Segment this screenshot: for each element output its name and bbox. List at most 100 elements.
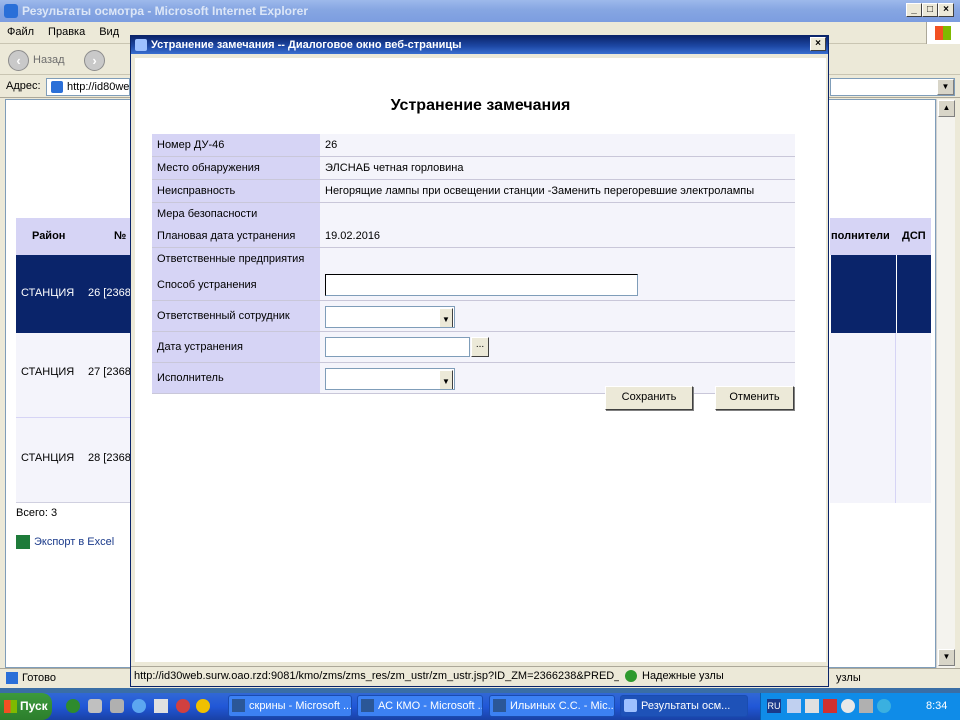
tray-device-icon[interactable] (859, 699, 873, 713)
tray-app-icon[interactable] (805, 699, 819, 713)
dialog-title: Устранение замечания -- Диалоговое окно … (151, 39, 462, 51)
quicklaunch-app-icon[interactable] (176, 699, 190, 713)
header-number: № (114, 230, 127, 242)
task-ilinykh[interactable]: Ильиных С.С. - Mic... (489, 695, 615, 717)
row-district: СТАНЦИЯ (21, 366, 75, 378)
page-scrollbar[interactable]: ▲ ▼ (936, 99, 955, 668)
chevron-down-icon[interactable]: ▼ (439, 308, 453, 327)
dialog-close-button[interactable]: × (810, 37, 826, 51)
row-district: СТАНЦИЯ (21, 452, 75, 464)
row-number: 26 [2368 (88, 287, 131, 299)
field-value-safety (325, 203, 790, 225)
quicklaunch-ie-icon[interactable] (132, 699, 146, 713)
field-label-fix-date: Дата устранения (157, 341, 243, 353)
task-screens[interactable]: скрины - Microsoft ... (228, 695, 352, 717)
back-label[interactable]: Назад (33, 54, 65, 66)
row-number: 28 [2368 (88, 452, 131, 464)
maximize-button[interactable]: □ (922, 3, 938, 17)
field-label-enterprises: Ответственные предприятия (157, 253, 305, 265)
scroll-down-icon[interactable]: ▼ (938, 649, 955, 666)
table-row-right-selected[interactable] (830, 255, 931, 333)
close-button[interactable]: × (938, 3, 954, 17)
executor-select[interactable]: ▼ (325, 368, 455, 390)
system-tray: RU 8:34 (760, 693, 960, 720)
page-icon (51, 81, 63, 93)
quicklaunch-desktop-icon[interactable] (154, 699, 168, 713)
form-row: Плановая дата устранения 19.02.2016 (152, 225, 795, 248)
ie-title-bar: Результаты осмотра - Microsoft Internet … (0, 0, 960, 22)
windows-flag-icon (926, 22, 960, 44)
task-results[interactable]: Результаты осм... (620, 695, 748, 717)
quicklaunch-player-icon[interactable] (196, 699, 210, 713)
start-button[interactable]: Пуск (0, 693, 52, 720)
method-input[interactable] (325, 274, 638, 296)
menu-view[interactable]: Вид (92, 22, 126, 42)
dialog-status-url: http://id30web.surw.oao.rzd:9081/kmo/zms… (134, 670, 619, 682)
dialog-status-zone: Надежные узлы (642, 670, 724, 682)
header-executors: полнители (831, 230, 890, 242)
cancel-button[interactable]: Отменить (715, 386, 794, 410)
employee-select[interactable]: ▼ (325, 306, 455, 328)
save-button[interactable]: Сохранить (605, 386, 693, 410)
dialog-heading: Устранение замечания (390, 97, 571, 114)
word-icon (493, 699, 506, 712)
quicklaunch-disk-icon[interactable] (88, 699, 102, 713)
ie-status-zone: узлы (836, 672, 861, 684)
field-label-executor: Исполнитель (157, 372, 224, 384)
ie-status-text: Готово (22, 672, 56, 684)
language-indicator[interactable]: RU (767, 699, 781, 713)
back-arrow-icon[interactable]: ‹ (8, 50, 29, 71)
form-row: Исполнитель ▼ (152, 362, 795, 394)
task-as-kmo[interactable]: АС КМО - Microsoft ... (357, 695, 483, 717)
field-value-location: ЭЛСНАБ четная горловина (325, 162, 464, 174)
quicklaunch-tree-icon[interactable] (66, 699, 80, 713)
task-as-kmo-label: АС КМО - Microsoft ... (378, 700, 483, 712)
tray-volume-icon[interactable] (841, 699, 855, 713)
field-value-du46: 26 (325, 139, 338, 151)
header-dsp: ДСП (902, 230, 926, 242)
ie-title: Результаты осмотра - Microsoft Internet … (22, 4, 309, 18)
excel-icon (16, 535, 30, 549)
field-label-safety: Мера безопасности (157, 208, 258, 220)
form-row: Дата устранения ... (152, 331, 795, 363)
taskbar: Пуск скрины - Microsoft ... АС КМО - Mic… (0, 693, 960, 720)
word-icon (361, 699, 374, 712)
field-label-location: Место обнаружения (157, 162, 260, 174)
tray-eye-icon[interactable] (877, 699, 891, 713)
dialog-title-bar: Устранение замечания -- Диалоговое окно … (131, 36, 828, 54)
table-row[interactable]: СТАНЦИЯ 27 [2368 (16, 333, 136, 418)
table-row[interactable]: СТАНЦИЯ 28 [2368 (16, 418, 136, 503)
task-screens-label: скрины - Microsoft ... (249, 700, 352, 712)
form-row: Мера безопасности (152, 202, 795, 225)
field-label-method: Способ устранения (157, 279, 257, 291)
word-icon (232, 699, 245, 712)
minimize-button[interactable]: _ (906, 3, 922, 17)
forward-arrow-icon[interactable]: › (84, 50, 105, 71)
date-picker-button[interactable]: ... (471, 337, 489, 357)
address-input[interactable]: http://id80we (46, 78, 130, 96)
address-dropdown-icon[interactable]: ▼ (937, 79, 954, 95)
fix-date-input[interactable] (325, 337, 470, 357)
start-label: Пуск (20, 699, 48, 713)
menu-edit[interactable]: Правка (41, 22, 92, 42)
export-excel-link[interactable]: Экспорт в Excel (34, 536, 114, 548)
dialog-ie-icon (135, 39, 147, 51)
modal-dialog: Устранение замечания -- Диалоговое окно … (130, 35, 829, 687)
form-row: Ответственные предприятия (152, 247, 795, 270)
table-row[interactable]: СТАНЦИЯ 26 [2368 (16, 255, 136, 333)
chevron-down-icon[interactable]: ▼ (439, 370, 453, 389)
table-header-left: Район № (16, 218, 136, 255)
menu-file[interactable]: Файл (0, 22, 41, 42)
tray-network-icon[interactable] (787, 699, 801, 713)
row-district: СТАНЦИЯ (21, 287, 75, 299)
address-input-tail[interactable]: ▼ (830, 78, 955, 96)
quicklaunch-drive-icon[interactable] (110, 699, 124, 713)
tray-antivirus-icon[interactable] (823, 699, 837, 713)
scroll-up-icon[interactable]: ▲ (938, 100, 955, 117)
form-row: Способ устранения (152, 270, 795, 301)
task-ilinykh-label: Ильиных С.С. - Mic... (510, 700, 615, 712)
address-value: http://id80we (67, 81, 130, 93)
form-row: Номер ДУ-46 26 (152, 134, 795, 157)
field-label-fault: Неисправность (157, 185, 236, 197)
remark-form: Номер ДУ-46 26 Место обнаружения ЭЛСНАБ … (152, 134, 795, 394)
